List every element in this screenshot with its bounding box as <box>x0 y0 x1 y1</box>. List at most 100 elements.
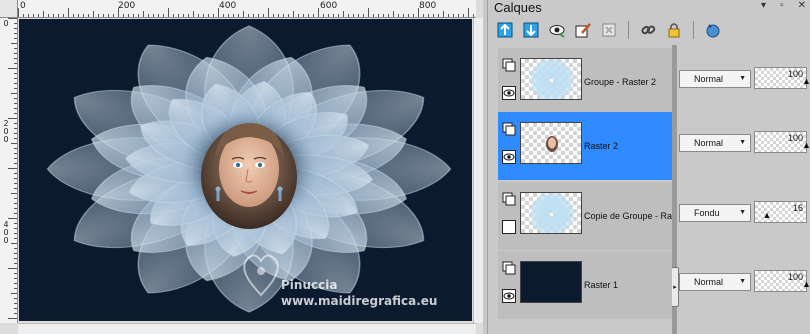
toolbar-separator <box>693 21 694 39</box>
ruler-tick <box>14 83 17 84</box>
ruler-tick <box>14 298 17 299</box>
ruler-tick <box>153 14 154 17</box>
ruler-tick <box>393 11 394 17</box>
opacity-slider[interactable]: 100 ▲ <box>754 131 810 153</box>
chevron-down-icon: ▼ <box>739 75 746 82</box>
ruler-label: 400 <box>3 220 9 245</box>
toolbar-separator <box>628 21 629 39</box>
opacity-value: 100 <box>787 272 803 282</box>
ruler-tick <box>14 263 17 264</box>
ruler-tick <box>173 14 174 17</box>
delete-layer-icon[interactable] <box>598 19 620 41</box>
hidden-eye-icon[interactable] <box>502 220 516 234</box>
ruler-tick <box>8 318 17 319</box>
ruler-tick <box>14 78 17 79</box>
ruler-tick <box>128 14 129 17</box>
ruler-tick <box>433 14 434 17</box>
ruler-label: 0 <box>20 1 26 11</box>
ruler-tick <box>248 14 249 17</box>
ruler-corner <box>0 0 18 18</box>
eye-icon[interactable] <box>502 150 516 164</box>
blend-mode-value: Fondu <box>694 208 720 218</box>
layer-row[interactable]: Groupe - Raster 2 <box>498 48 672 116</box>
image-canvas[interactable]: Pinuccia www.maidiregrafica.eu <box>19 19 472 321</box>
ruler-tick <box>398 14 399 17</box>
vertical-scrollbar[interactable] <box>473 18 483 323</box>
ruler-tick <box>368 8 369 17</box>
ruler-tick <box>63 14 64 17</box>
splitter-grip[interactable]: ▸ <box>671 267 679 307</box>
ruler-tick <box>298 14 299 17</box>
ruler-tick <box>14 288 17 289</box>
ruler-tick <box>193 11 194 17</box>
ruler-tick <box>11 43 17 44</box>
blend-mode-dropdown[interactable]: Normal ▼ <box>679 134 751 152</box>
ruler-tick <box>8 218 17 219</box>
blend-mode-value: Normal <box>694 138 724 148</box>
ruler-tick <box>14 238 17 239</box>
ruler-tick <box>14 278 17 279</box>
link-layers-icon[interactable] <box>637 19 659 41</box>
ruler-tick <box>113 14 114 17</box>
ruler-tick <box>268 8 269 17</box>
refresh-icon[interactable] <box>702 19 724 41</box>
ruler-tick <box>14 258 17 259</box>
panel-restore-button[interactable]: ▫ <box>780 0 784 11</box>
ruler-tick <box>233 14 234 17</box>
layer-type-icon <box>502 58 516 72</box>
ruler-tick <box>403 14 404 17</box>
ruler-tick <box>468 8 469 17</box>
layer-style-icon[interactable] <box>572 19 594 41</box>
ruler-tick <box>68 8 69 17</box>
new-vector-layer-icon[interactable] <box>520 19 542 41</box>
blend-mode-dropdown[interactable]: Normal ▼ <box>679 273 751 291</box>
opacity-slider[interactable]: 16 ▲ <box>754 201 807 223</box>
eye-icon[interactable] <box>502 289 516 303</box>
ruler-tick <box>14 198 17 199</box>
ruler-tick <box>8 118 17 119</box>
eye-icon[interactable] <box>502 86 516 100</box>
ruler-tick <box>278 14 279 17</box>
ruler-tick <box>14 303 17 304</box>
lock-layer-icon[interactable] <box>663 19 685 41</box>
ruler-tick <box>188 14 189 17</box>
ruler-tick <box>73 14 74 17</box>
blend-mode-dropdown[interactable]: Normal ▼ <box>679 70 751 88</box>
blend-mode-value: Normal <box>694 74 724 84</box>
opacity-marker-icon[interactable]: ▲ <box>802 140 810 150</box>
ruler-tick <box>11 193 17 194</box>
ruler-tick <box>103 14 104 17</box>
ruler-tick <box>14 188 17 189</box>
visibility-toggle-icon[interactable] <box>546 19 568 41</box>
ruler-tick <box>78 14 79 17</box>
opacity-marker-icon[interactable]: ▲ <box>802 279 810 289</box>
layer-name: Raster 1 <box>584 280 619 290</box>
layer-name: Copie de Groupe - Ra <box>584 211 672 221</box>
ruler-tick <box>14 213 17 214</box>
ruler-tick <box>14 273 17 274</box>
blend-mode-dropdown[interactable]: Fondu ▼ <box>679 204 751 222</box>
panel-close-button[interactable]: ✕ <box>798 0 806 11</box>
ruler-tick <box>408 14 409 17</box>
ruler-tick <box>93 11 94 17</box>
opacity-value: 100 <box>787 133 803 143</box>
panel-menu-button[interactable]: ▾ <box>761 0 766 11</box>
ruler-tick <box>388 14 389 17</box>
layer-row[interactable]: Raster 1 <box>498 251 672 319</box>
layer-row[interactable]: Raster 2 <box>498 112 672 180</box>
opacity-slider[interactable]: 100 ▲ <box>754 67 810 89</box>
ruler-top: 0 200 400 600 800 <box>18 0 476 18</box>
opacity-marker-icon[interactable]: ▲ <box>763 210 772 220</box>
layer-row[interactable]: Copie de Groupe - Ra <box>498 182 672 250</box>
ruler-tick <box>458 14 459 17</box>
horizontal-scrollbar[interactable] <box>18 323 476 334</box>
ruler-tick <box>183 14 184 17</box>
ruler-tick <box>28 14 29 17</box>
opacity-marker-icon[interactable]: ▲ <box>802 76 810 86</box>
ruler-tick <box>33 14 34 17</box>
opacity-slider[interactable]: 100 ▲ <box>754 270 810 292</box>
new-raster-layer-icon[interactable] <box>494 19 516 41</box>
ruler-tick <box>8 68 17 69</box>
ruler-tick <box>14 108 17 109</box>
ruler-tick <box>258 14 259 17</box>
